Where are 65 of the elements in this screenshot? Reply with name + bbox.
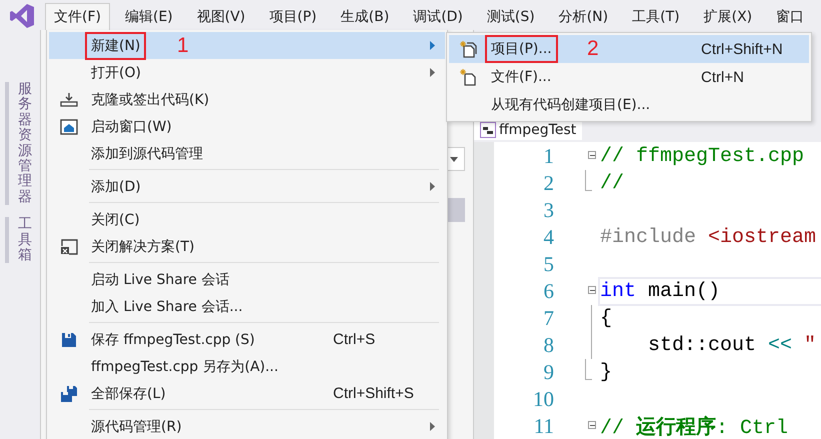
menu-item[interactable]: 启动 Live Share 会话 [49, 266, 445, 293]
code-line: // ffmpegTest.cpp [600, 145, 804, 168]
menu-bar-item[interactable]: 工具(T) [623, 3, 689, 30]
home-window-icon [60, 118, 78, 134]
collapse-icon[interactable] [588, 421, 596, 429]
annotation-number: 1 [177, 34, 189, 58]
fold-guide [585, 170, 592, 191]
line-number: 10 [532, 387, 554, 412]
menu-item[interactable]: 文件(F)... Ctrl+N [449, 63, 809, 91]
menu-item[interactable]: ffmpegTest.cpp 另存为(A)... [49, 353, 445, 380]
line-number: 9 [542, 360, 554, 385]
menu-item[interactable]: 从现有代码创建项目(E)... [449, 91, 809, 119]
menu-item[interactable]: 关闭(C) [49, 206, 445, 233]
collapse-icon[interactable] [588, 286, 596, 294]
menu-bar-item[interactable]: 项目(P) [260, 3, 326, 30]
code-line: std::cout << " [647, 334, 816, 357]
line-number: 4 [542, 225, 554, 250]
menu-item[interactable]: 添加(D) [49, 173, 445, 200]
line-number: 11 [532, 414, 554, 439]
code-line: // 运行程序: Ctrl [600, 414, 788, 439]
menu-item[interactable]: 新建(N) 1 [49, 32, 445, 59]
code-line: #include <iostream [600, 226, 816, 249]
menu-bar-item[interactable]: 生成(B) [332, 3, 398, 30]
menu-bar-item[interactable]: 编辑(E) [116, 3, 182, 30]
caret-icon [450, 156, 458, 162]
line-number: 5 [542, 252, 554, 277]
menu-bar-item[interactable]: 分析(N) [550, 3, 618, 30]
code-line: } [600, 361, 612, 384]
menu-item[interactable]: 启动窗口(W) [49, 113, 445, 140]
line-number: 7 [542, 306, 554, 331]
menu-item[interactable]: 关闭解决方案(T) [49, 233, 445, 260]
new-file-icon [460, 68, 478, 86]
menu-item[interactable]: 加入 Live Share 会话... [49, 293, 445, 320]
menu-item[interactable]: 打开(O) [49, 59, 445, 86]
close-window-icon [60, 238, 78, 254]
menu-item[interactable]: 全部保存(L) Ctrl+Shift+S [49, 380, 445, 407]
menu-item[interactable]: 添加到源代码管理 [49, 140, 445, 167]
save-all-icon [60, 384, 78, 402]
annotation-number: 2 [587, 37, 599, 61]
menu-bar-item[interactable]: 窗口 [767, 3, 814, 30]
menu-item[interactable]: 项目(P)... 2 Ctrl+Shift+N [449, 35, 809, 63]
code-line: int main() [600, 280, 720, 303]
menu-bar-item[interactable]: 文件(F) [45, 3, 110, 30]
menu-bar-item[interactable]: 调试(D) [404, 3, 472, 30]
line-number: 3 [542, 198, 554, 223]
side-panel-tab[interactable]: 服务器资源管理器 [5, 82, 32, 206]
save-icon [61, 332, 77, 348]
menu-item[interactable]: 保存 ffmpegTest.cpp (S) Ctrl+S [49, 326, 445, 353]
line-number: 6 [542, 279, 554, 304]
file-tab[interactable]: ffmpegTest [474, 120, 582, 140]
line-number: 2 [542, 171, 554, 196]
menu-item[interactable]: 克隆或签出代码(K) [49, 86, 445, 113]
new-project-icon [460, 40, 478, 58]
app-logo-icon [9, 3, 35, 29]
side-panel-tab[interactable]: 工具箱 [5, 217, 32, 264]
menu-bar-item[interactable]: 测试(S) [478, 3, 544, 30]
menu-bar-item[interactable]: 扩展(X) [694, 3, 762, 30]
menu-item[interactable]: 源代码管理(R) [49, 413, 445, 439]
menu-bar-item[interactable]: 视图(V) [188, 3, 254, 30]
code-line: // [600, 172, 624, 195]
line-number: 1 [542, 144, 554, 169]
download-tray-icon [60, 92, 78, 108]
line-number: 8 [542, 333, 554, 358]
collapse-icon[interactable] [588, 151, 596, 159]
code-line: { [600, 307, 612, 330]
